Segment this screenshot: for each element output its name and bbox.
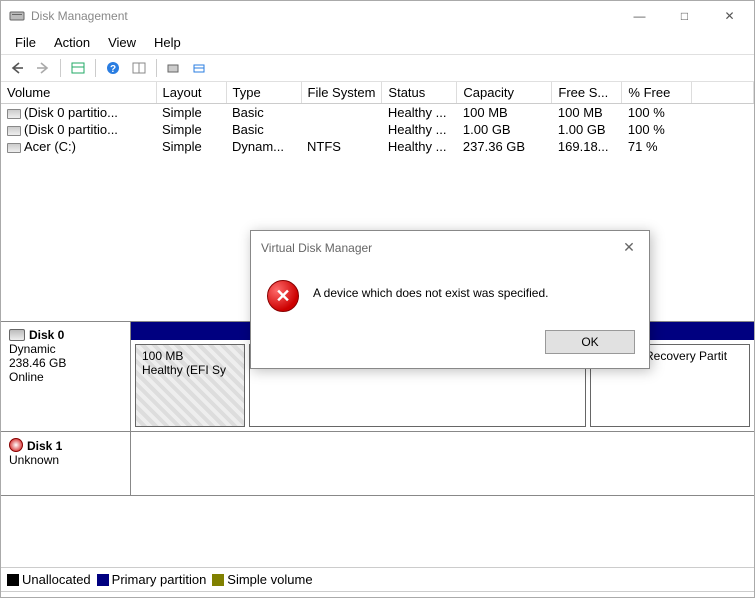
disk0-name: Disk 0 [29,328,64,342]
partition-status: Healthy (EFI Sy [142,363,238,377]
titlebar[interactable]: Disk Management — □ ✕ [1,1,754,31]
cell-status: Healthy ... [382,104,457,122]
dialog-close-icon[interactable]: ✕ [619,239,639,256]
menu-file[interactable]: File [7,33,44,52]
maximize-button[interactable]: □ [662,2,707,30]
cell-status: Healthy ... [382,138,457,155]
legend-unallocated: Unallocated [22,572,91,587]
table-header-row: Volume Layout Type File System Status Ca… [1,82,754,104]
toolbar-separator [60,59,61,77]
app-icon [9,8,25,24]
col-capacity[interactable]: Capacity [457,82,552,104]
col-status[interactable]: Status [382,82,457,104]
menu-action[interactable]: Action [46,33,98,52]
disk-icon [9,329,25,341]
col-filesystem[interactable]: File System [301,82,382,104]
dialog-titlebar[interactable]: Virtual Disk Manager ✕ [251,231,649,264]
disk0-state: Online [9,370,122,384]
toolbar-separator [156,59,157,77]
close-button[interactable]: ✕ [707,2,752,30]
statusbar [1,591,754,597]
menu-view[interactable]: View [100,33,144,52]
swatch-primary [97,574,109,586]
error-icon: ✕ [267,280,299,312]
cell-cap: 100 MB [457,104,552,122]
cell-volume: (Disk 0 partitio... [24,105,118,120]
col-freespace[interactable]: Free S... [552,82,622,104]
col-pctfree[interactable]: % Free [622,82,692,104]
menubar: File Action View Help [1,31,754,54]
cell-volume: Acer (C:) [24,139,76,154]
tool-icon[interactable] [188,57,212,79]
volume-icon [7,109,21,119]
ok-button[interactable]: OK [545,330,635,354]
cell-layout: Simple [156,138,226,155]
cell-pct: 100 % [622,121,692,138]
cell-cap: 1.00 GB [457,121,552,138]
swatch-unallocated [7,574,19,586]
refresh-icon[interactable] [127,57,151,79]
col-layout[interactable]: Layout [156,82,226,104]
disk0-type: Dynamic [9,342,122,356]
volume-icon [7,143,21,153]
properties-icon[interactable] [66,57,90,79]
table-row[interactable]: Acer (C:) Simple Dynam... NTFS Healthy .… [1,138,754,155]
legend-simple: Simple volume [227,572,312,587]
disk1-map [131,432,754,495]
disk0-header: Disk 0 Dynamic 238.46 GB Online [1,322,131,431]
col-type[interactable]: Type [226,82,301,104]
cell-layout: Simple [156,104,226,122]
tool-icon[interactable] [162,57,186,79]
toolbar-separator [95,59,96,77]
cell-free: 1.00 GB [552,121,622,138]
partition-size: 100 MB [142,349,238,363]
volume-table[interactable]: Volume Layout Type File System Status Ca… [1,82,754,155]
error-dialog: Virtual Disk Manager ✕ ✕ A device which … [250,230,650,369]
cell-type: Basic [226,121,301,138]
menu-help[interactable]: Help [146,33,189,52]
cell-volume: (Disk 0 partitio... [24,122,118,137]
cell-cap: 237.36 GB [457,138,552,155]
volume-icon [7,126,21,136]
disk1-header: Disk 1 Unknown [1,432,131,495]
help-icon[interactable]: ? [101,57,125,79]
col-volume[interactable]: Volume [1,82,156,104]
svg-text:?: ? [110,64,116,75]
back-button[interactable] [5,57,29,79]
cell-type: Dynam... [226,138,301,155]
table-row[interactable]: (Disk 0 partitio... Simple Basic Healthy… [1,104,754,122]
swatch-simple [212,574,224,586]
cell-status: Healthy ... [382,121,457,138]
disk0-size: 238.46 GB [9,356,122,370]
toolbar: ? [1,54,754,82]
disk1-name: Disk 1 [27,439,62,453]
cell-pct: 100 % [622,104,692,122]
dialog-message: A device which does not exist was specif… [313,280,548,300]
cell-fs: NTFS [301,138,382,155]
legend: Unallocated Primary partition Simple vol… [1,567,754,591]
legend-primary: Primary partition [112,572,207,587]
forward-button[interactable] [31,57,55,79]
cell-free: 169.18... [552,138,622,155]
cell-fs [301,121,382,138]
col-spacer [692,82,754,104]
cell-type: Basic [226,104,301,122]
table-row[interactable]: (Disk 0 partitio... Simple Basic Healthy… [1,121,754,138]
partition-efi[interactable]: 100 MB Healthy (EFI Sy [135,344,245,427]
minimize-button[interactable]: — [617,2,662,30]
dialog-title: Virtual Disk Manager [261,241,619,255]
cell-free: 100 MB [552,104,622,122]
cell-pct: 71 % [622,138,692,155]
window-title: Disk Management [31,9,617,23]
disk1-state: Unknown [9,453,122,467]
disk1-row[interactable]: Disk 1 Unknown [1,432,754,496]
cell-fs [301,104,382,122]
cell-layout: Simple [156,121,226,138]
disk-error-icon [9,438,23,452]
